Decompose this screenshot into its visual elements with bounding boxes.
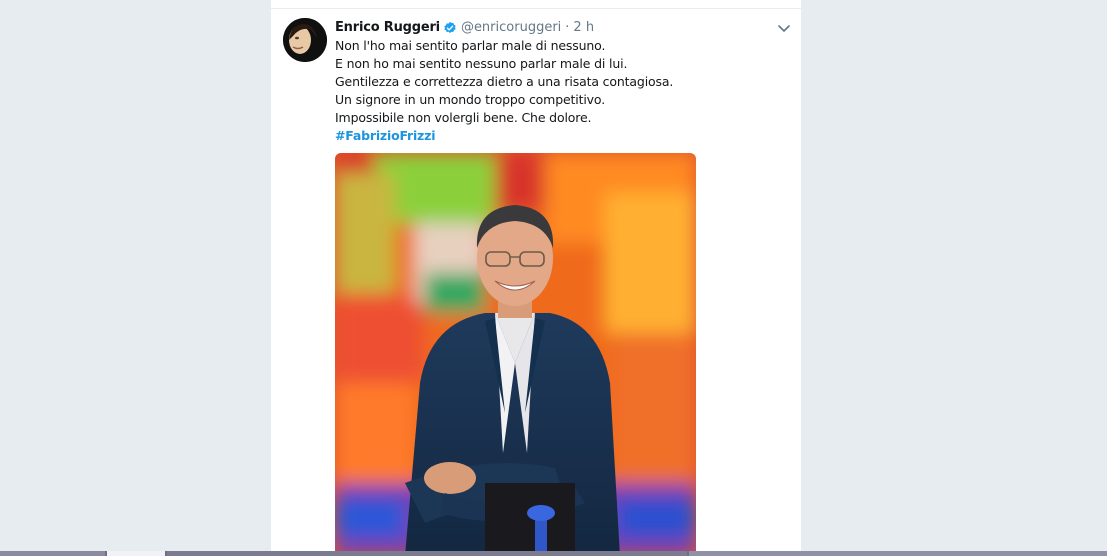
tweet-text: Non l'ho mai sentito parlar male di ness… — [335, 37, 775, 145]
separator-dot: · — [565, 19, 570, 35]
tweet-line: Non l'ho mai sentito parlar male di ness… — [335, 38, 606, 53]
avatar[interactable] — [283, 18, 327, 62]
timestamp[interactable]: 2 h — [573, 20, 594, 35]
hashtag-link[interactable]: #FabrizioFrizzi — [335, 127, 775, 145]
chevron-down-icon[interactable] — [777, 20, 791, 34]
tweet-line: Gentilezza e correttezza dietro a una ri… — [335, 74, 674, 89]
photo-image — [335, 153, 696, 556]
tweet-line: E non ho mai sentito nessuno parlar male… — [335, 56, 628, 71]
divider — [271, 8, 801, 9]
tweet-line: Un signore in un mondo troppo competitiv… — [335, 92, 606, 107]
verified-badge-icon — [443, 20, 457, 34]
tweet-header: Enrico Ruggeri @enricoruggeri · 2 h — [335, 17, 594, 37]
taskbar — [0, 551, 1107, 556]
tweet-photo[interactable] — [335, 153, 696, 556]
tweet-line: Impossibile non volergli bene. Che dolor… — [335, 110, 592, 125]
tweet-card[interactable]: Enrico Ruggeri @enricoruggeri · 2 h Non … — [270, 0, 802, 556]
author-name[interactable]: Enrico Ruggeri — [335, 20, 440, 35]
author-handle[interactable]: @enricoruggeri — [461, 20, 561, 35]
